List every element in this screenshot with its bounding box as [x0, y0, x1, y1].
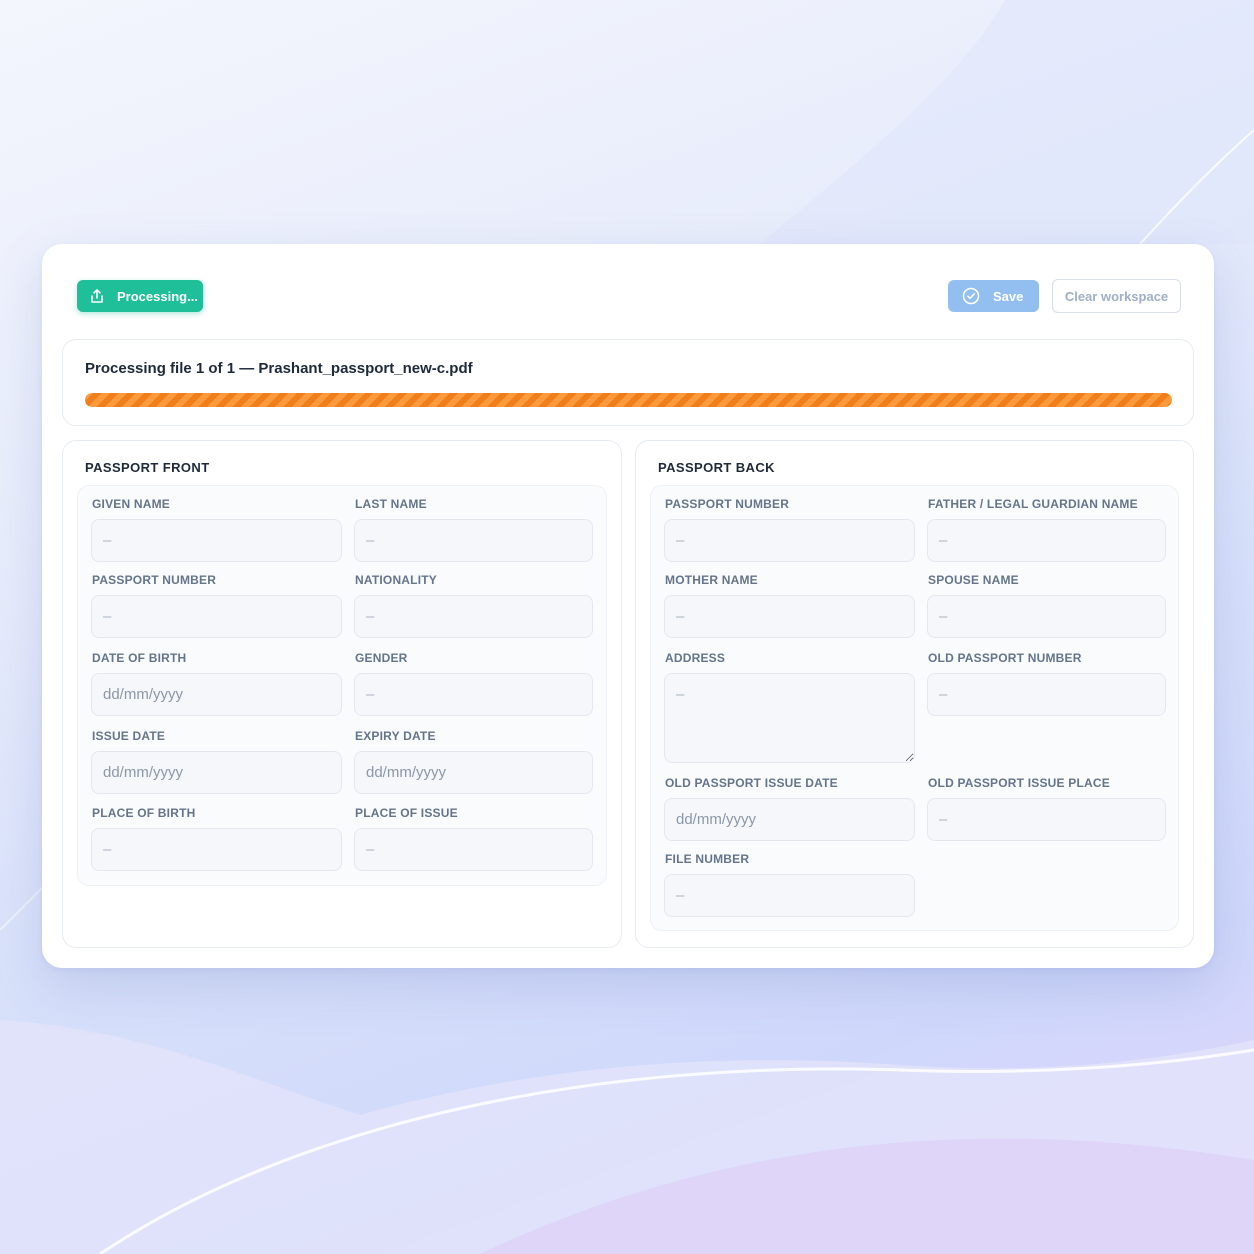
file-number-label: FILE NUMBER — [665, 852, 750, 866]
last-name-label: LAST NAME — [355, 497, 427, 511]
expiry-date-input[interactable] — [354, 751, 593, 794]
processing-button-label: Processing... — [117, 288, 198, 304]
issue-date-label: ISSUE DATE — [92, 729, 166, 743]
place-of-birth-label: PLACE OF BIRTH — [92, 806, 196, 820]
progress-status-text: Processing file 1 of 1 — Prashant_passpo… — [85, 360, 473, 377]
guardian-name-input[interactable] — [927, 519, 1166, 562]
place-of-issue-label: PLACE OF ISSUE — [355, 806, 458, 820]
save-button[interactable]: Save — [948, 280, 1039, 312]
old-passport-number-input[interactable] — [927, 673, 1166, 716]
back-passport-number-input[interactable] — [664, 519, 915, 562]
gender-label: GENDER — [355, 651, 408, 665]
old-passport-issue-date-input[interactable] — [664, 798, 915, 841]
guardian-name-label: FATHER / LEGAL GUARDIAN NAME — [928, 497, 1138, 511]
passport-back-title: PASSPORT BACK — [658, 460, 775, 475]
back-passport-number-label: PASSPORT NUMBER — [665, 497, 790, 511]
old-passport-issue-date-label: OLD PASSPORT ISSUE DATE — [665, 776, 838, 790]
gender-input[interactable] — [354, 673, 593, 716]
file-number-input[interactable] — [664, 874, 915, 917]
progress-panel: Processing file 1 of 1 — Prashant_passpo… — [62, 339, 1194, 426]
passport-back-form: PASSPORT NUMBER FATHER / LEGAL GUARDIAN … — [650, 485, 1179, 931]
last-name-input[interactable] — [354, 519, 593, 562]
old-passport-number-label: OLD PASSPORT NUMBER — [928, 651, 1082, 665]
front-passport-number-label: PASSPORT NUMBER — [92, 573, 217, 587]
spouse-name-input[interactable] — [927, 595, 1166, 638]
date-of-birth-input[interactable] — [91, 673, 342, 716]
progress-bar-fill — [85, 393, 1172, 407]
passport-front-form: GIVEN NAME LAST NAME PASSPORT NUMBER NAT… — [77, 485, 607, 886]
expiry-date-label: EXPIRY DATE — [355, 729, 436, 743]
passport-front-panel: PASSPORT FRONT GIVEN NAME LAST NAME PASS… — [62, 440, 622, 948]
upload-icon — [91, 289, 103, 303]
given-name-label: GIVEN NAME — [92, 497, 171, 511]
front-passport-number-input[interactable] — [91, 595, 342, 638]
check-circle-icon — [962, 287, 980, 305]
address-textarea[interactable] — [664, 673, 915, 763]
old-passport-issue-place-label: OLD PASSPORT ISSUE PLACE — [928, 776, 1110, 790]
old-passport-issue-place-input[interactable] — [927, 798, 1166, 841]
save-button-label: Save — [993, 288, 1024, 304]
nationality-input[interactable] — [354, 595, 593, 638]
mother-name-label: MOTHER NAME — [665, 573, 758, 587]
issue-date-input[interactable] — [91, 751, 342, 794]
given-name-input[interactable] — [91, 519, 342, 562]
mother-name-input[interactable] — [664, 595, 915, 638]
passport-front-title: PASSPORT FRONT — [85, 460, 210, 475]
nationality-label: NATIONALITY — [355, 573, 437, 587]
workspace-card: Processing... Save Clear workspace Proce… — [42, 244, 1214, 968]
progress-bar — [85, 393, 1172, 407]
place-of-birth-input[interactable] — [91, 828, 342, 871]
processing-button[interactable]: Processing... — [77, 280, 203, 312]
passport-back-panel: PASSPORT BACK PASSPORT NUMBER FATHER / L… — [635, 440, 1194, 948]
spouse-name-label: SPOUSE NAME — [928, 573, 1019, 587]
date-of-birth-label: DATE OF BIRTH — [92, 651, 187, 665]
place-of-issue-input[interactable] — [354, 828, 593, 871]
clear-workspace-button[interactable]: Clear workspace — [1052, 279, 1181, 313]
address-label: ADDRESS — [665, 651, 726, 665]
